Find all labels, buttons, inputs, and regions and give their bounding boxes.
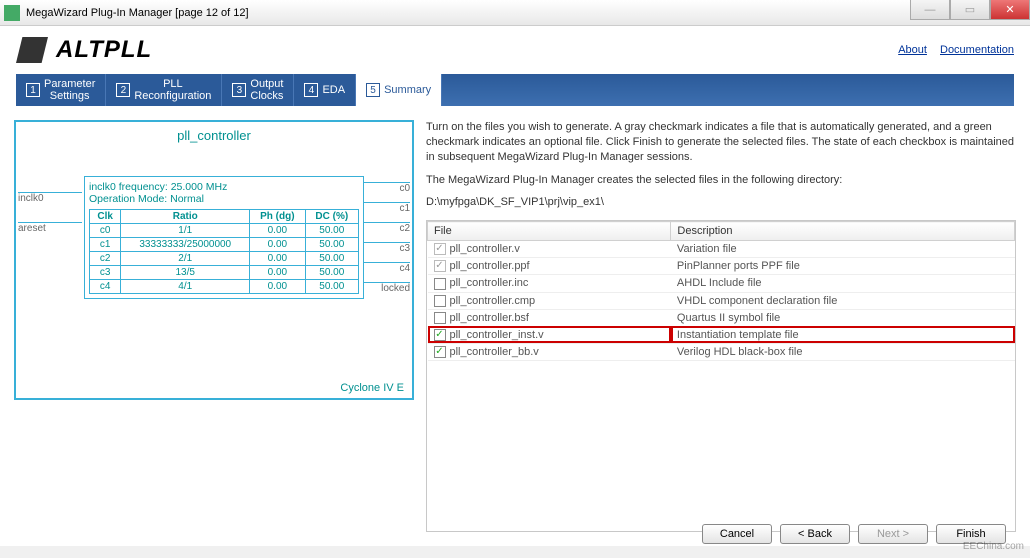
tab-parameter-settings[interactable]: 1Parameter Settings: [16, 74, 106, 106]
watermark: EEChina.com: [963, 541, 1024, 552]
file-name: pll_controller.cmp: [450, 295, 536, 307]
documentation-link[interactable]: Documentation: [940, 44, 1014, 56]
product-logo: ALTPLL: [16, 36, 152, 64]
maximize-button[interactable]: ▭: [950, 0, 990, 20]
file-description: Instantiation template file: [671, 326, 1015, 343]
port-c0: c0: [360, 182, 410, 194]
table-row: c01/10.0050.00: [90, 224, 359, 238]
file-checkbox[interactable]: [434, 295, 446, 307]
file-checkbox[interactable]: [434, 312, 446, 324]
app-icon: [4, 5, 20, 21]
file-checkbox: ✓: [434, 260, 446, 272]
port-locked: locked: [360, 282, 410, 294]
file-description: Verilog HDL black-box file: [671, 343, 1015, 360]
file-description: Quartus II symbol file: [671, 309, 1015, 326]
file-description: VHDL component declaration file: [671, 292, 1015, 309]
table-row: c133333333/250000000.0050.00: [90, 238, 359, 252]
diagram-title: pll_controller: [16, 122, 412, 149]
tab-pll-reconfiguration[interactable]: 2PLL Reconfiguration: [106, 74, 222, 106]
intro-text: Turn on the files you wish to generate. …: [426, 120, 1016, 165]
summary-pane: Turn on the files you wish to generate. …: [426, 120, 1016, 532]
tab-eda[interactable]: 4EDA: [294, 74, 356, 106]
wizard-tabs: 1Parameter Settings 2PLL Reconfiguration…: [16, 74, 1014, 106]
block-diagram: pll_controller inclk0 areset c0 c1 c2 c3…: [14, 120, 414, 400]
port-c3: c3: [360, 242, 410, 254]
diagram-details: inclk0 frequency: 25.000 MHz Operation M…: [84, 176, 364, 299]
port-c2: c2: [360, 222, 410, 234]
table-row: c22/10.0050.00: [90, 252, 359, 266]
file-list: File Description ✓ pll_controller.v Variat…: [426, 220, 1016, 532]
output-directory: D:\myfpga\DK_SF_VIP1\prj\vip_ex1\: [426, 195, 1016, 210]
tab-summary[interactable]: 5Summary: [356, 74, 442, 106]
file-description: Variation file: [671, 241, 1015, 258]
file-description: AHDL Include file: [671, 275, 1015, 292]
about-link[interactable]: About: [898, 44, 927, 56]
col-file[interactable]: File: [428, 222, 671, 241]
file-name: pll_controller.bsf: [450, 312, 530, 324]
port-areset: areset: [18, 222, 82, 234]
file-row[interactable]: ✓ pll_controller.v Variation file: [428, 241, 1015, 258]
product-name: ALTPLL: [56, 36, 152, 64]
table-row: c44/10.0050.00: [90, 280, 359, 294]
clock-table: Clk Ratio Ph (dg) DC (%) c01/10.0050.00 …: [89, 209, 359, 294]
file-name: pll_controller.inc: [450, 277, 529, 289]
operation-mode: Operation Mode: Normal: [89, 193, 359, 205]
device-label: Cyclone IV E: [340, 382, 404, 394]
file-row[interactable]: ✓ pll_controller_inst.v Instantiation temp…: [428, 326, 1015, 343]
tab-output-clocks[interactable]: 3Output Clocks: [222, 74, 294, 106]
titlebar: MegaWizard Plug-In Manager [page 12 of 1…: [0, 0, 1030, 26]
dir-intro: The MegaWizard Plug-In Manager creates t…: [426, 173, 1016, 188]
port-inclk0: inclk0: [18, 192, 82, 204]
file-description: PinPlanner ports PPF file: [671, 258, 1015, 275]
file-checkbox[interactable]: [434, 278, 446, 290]
header: ALTPLL About Documentation 1Parameter Se…: [0, 26, 1030, 106]
file-row[interactable]: ✓ pll_controller_bb.v Verilog HDL black-bo…: [428, 343, 1015, 360]
cancel-button[interactable]: Cancel: [702, 524, 772, 544]
file-name: pll_controller_inst.v: [450, 329, 544, 341]
file-row[interactable]: pll_controller.cmp VHDL component declara…: [428, 292, 1015, 309]
minimize-button[interactable]: —: [910, 0, 950, 20]
file-row[interactable]: ✓ pll_controller.ppf PinPlanner ports PPF …: [428, 258, 1015, 275]
file-name: pll_controller.v: [450, 243, 520, 255]
wizard-body: pll_controller inclk0 areset c0 c1 c2 c3…: [0, 106, 1030, 546]
wizard-footer: Cancel < Back Next > Finish: [702, 524, 1006, 544]
file-row[interactable]: pll_controller.inc AHDL Include file: [428, 275, 1015, 292]
port-c1: c1: [360, 202, 410, 214]
file-checkbox: ✓: [434, 243, 446, 255]
tab-filler: [442, 74, 1014, 106]
close-button[interactable]: ✕: [990, 0, 1030, 20]
header-links: About Documentation: [888, 44, 1014, 56]
back-button[interactable]: < Back: [780, 524, 850, 544]
file-name: pll_controller_bb.v: [450, 346, 539, 358]
table-row: c313/50.0050.00: [90, 266, 359, 280]
col-desc[interactable]: Description: [671, 222, 1015, 241]
next-button: Next >: [858, 524, 928, 544]
window-title: MegaWizard Plug-In Manager [page 12 of 1…: [26, 7, 249, 19]
port-c4: c4: [360, 262, 410, 274]
file-row[interactable]: pll_controller.bsf Quartus II symbol file: [428, 309, 1015, 326]
file-name: pll_controller.ppf: [450, 260, 530, 272]
inclk-frequency: inclk0 frequency: 25.000 MHz: [89, 181, 359, 193]
chip-icon: [16, 37, 48, 63]
file-checkbox[interactable]: ✓: [434, 329, 446, 341]
file-checkbox[interactable]: ✓: [434, 346, 446, 358]
